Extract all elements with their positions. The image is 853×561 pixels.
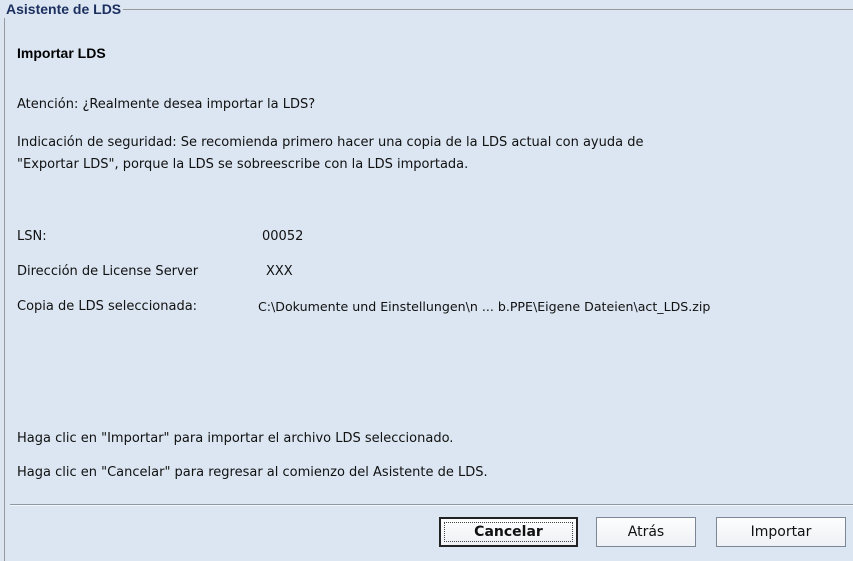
- selected-copy-value: C:\Dokumente und Einstellungen\n ... b.P…: [258, 299, 711, 314]
- hint-import: Haga clic en "Importar" para importar el…: [17, 431, 454, 446]
- group-title: Asistente de LDS: [4, 0, 124, 18]
- cancel-button[interactable]: Cancelar: [439, 517, 578, 547]
- import-button[interactable]: Importar: [716, 517, 846, 547]
- footer-separator-highlight: [10, 505, 853, 506]
- lsn-label: LSN:: [17, 229, 47, 244]
- group-border-left: [4, 9, 5, 561]
- lsn-value: 00052: [262, 229, 304, 244]
- group-border-top: [4, 9, 853, 10]
- attention-text: Atención: ¿Realmente desea importar la L…: [17, 97, 316, 112]
- section-title: Importar LDS: [17, 45, 106, 61]
- lds-wizard-panel: Asistente de LDS Importar LDS Atención: …: [0, 0, 853, 561]
- license-server-value: XXX: [266, 264, 293, 279]
- security-note-line-1: Indicación de seguridad: Se recomienda p…: [17, 135, 644, 150]
- license-server-label: Dirección de License Server: [17, 264, 199, 279]
- import-button-label: Importar: [750, 524, 812, 540]
- security-note-line-2: "Exportar LDS", porque la LDS se sobrees…: [17, 157, 469, 172]
- cancel-button-label: Cancelar: [474, 524, 543, 540]
- back-button[interactable]: Atrás: [596, 517, 696, 547]
- selected-copy-label: Copia de LDS seleccionada:: [17, 299, 198, 314]
- hint-cancel: Haga clic en "Cancelar" para regresar al…: [17, 465, 488, 480]
- back-button-label: Atrás: [627, 524, 665, 540]
